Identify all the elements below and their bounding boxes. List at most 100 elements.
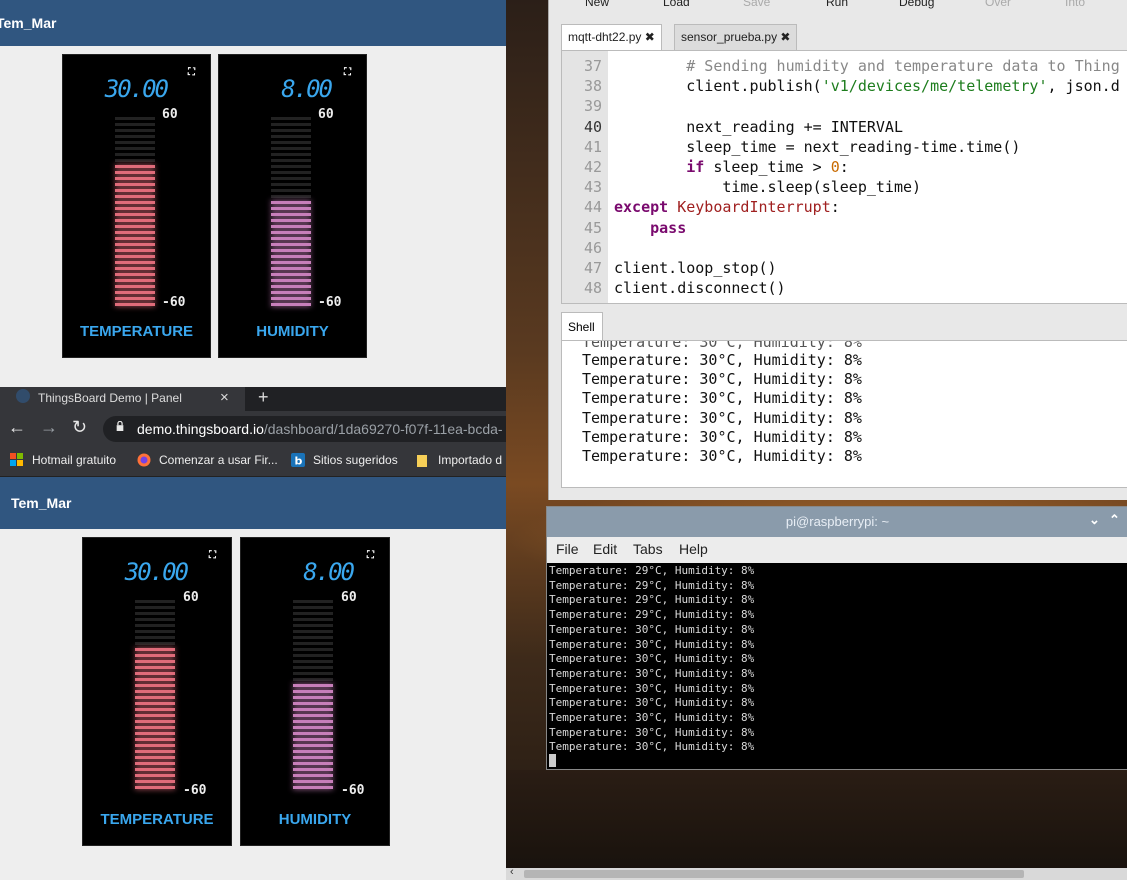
- terminal-output[interactable]: Temperature: 29°C, Humidity: 8% Temperatu…: [547, 563, 1127, 769]
- code-text: if sleep_time > 0:: [686, 158, 849, 176]
- maximize-icon[interactable]: ⌃: [1109, 512, 1120, 528]
- bookmark-firefox[interactable]: Comenzar a usar Fir...: [137, 453, 278, 467]
- folder-icon: [417, 455, 427, 467]
- tab-mqtt-dht22[interactable]: mqtt-dht22.py ✖: [561, 24, 662, 50]
- menu-file[interactable]: File: [556, 541, 579, 557]
- desktop-ground: [506, 770, 1127, 880]
- code-text: time.sleep(sleep_time): [614, 178, 922, 197]
- line-number: 37: [583, 57, 602, 75]
- new-button[interactable]: New: [585, 0, 609, 9]
- run-button[interactable]: Run: [826, 0, 848, 9]
- line-number: 40: [583, 117, 602, 136]
- line-number: 44: [583, 198, 602, 217]
- gauge-bar: [115, 117, 155, 309]
- terminal-line: Temperature: 30°C, Humidity: 8%: [549, 696, 755, 710]
- line-number: 39: [583, 97, 602, 116]
- terminal-line: Temperature: 30°C, Humidity: 8%: [549, 652, 755, 666]
- shell-line: Temperature: 30°C, Humidity: 8%: [582, 408, 862, 427]
- dashboard-panel-top: Tem_Mar ⛶ 30.00 60 -60 TEMPERATURE ⛶ 8.00 60 -60…: [0, 0, 506, 387]
- fullscreen-icon[interactable]: ⛶: [188, 67, 195, 78]
- tab-strip: ThingsBoard Demo | Panel × +: [0, 387, 506, 411]
- gauge-label: TEMPERATURE: [79, 323, 194, 340]
- shell-line: Temperature: 30°C, Humidity: 8%: [582, 447, 862, 465]
- gauge-temperature: ⛶ 30.00 60 -60 TEMPERATURE: [82, 537, 232, 846]
- debug-button[interactable]: Debug: [899, 0, 934, 9]
- terminal-line: Temperature: 29°C, Humidity: 8%: [549, 564, 755, 577]
- gauge-min-label: -60: [183, 783, 207, 798]
- bing-icon: b: [291, 453, 305, 467]
- dashboard-header: Tem_Mar: [0, 0, 506, 46]
- gauge-max-label: 60: [183, 590, 199, 605]
- minimize-icon[interactable]: ⌄: [1089, 512, 1100, 528]
- line-number: 38: [583, 77, 602, 96]
- bookmark-importado[interactable]: Importado d: [416, 453, 502, 467]
- windows-icon: [10, 453, 23, 466]
- tab-title: ThingsBoard Demo | Panel: [38, 391, 182, 405]
- shell-line: Temperature: 30°C, Humidity: 8%: [582, 370, 862, 389]
- terminal-cursor: [549, 754, 556, 767]
- fullscreen-icon[interactable]: ⛶: [209, 550, 216, 561]
- browser-tab[interactable]: ThingsBoard Demo | Panel ×: [0, 387, 245, 411]
- line-number: 45: [583, 218, 602, 237]
- ide-toolbar: New Load Save Run Debug Over Into: [549, 0, 1127, 22]
- bookmark-hotmail[interactable]: Hotmail gratuito: [10, 453, 116, 467]
- line-number: 48: [583, 279, 602, 298]
- scrollbar-thumb[interactable]: [524, 870, 1024, 878]
- forward-icon[interactable]: →: [40, 417, 58, 438]
- gauge-max-label: 60: [318, 107, 334, 122]
- gauge-value: 30.00: [104, 75, 169, 103]
- step-over-button[interactable]: Over: [985, 0, 1011, 9]
- shell-line: Temperature: 30°C, Humidity: 8%: [582, 389, 862, 408]
- close-tab-icon[interactable]: ×: [220, 389, 229, 406]
- gauge-min-label: -60: [341, 783, 365, 798]
- address-bar[interactable]: demo.thingsboard.io/dashboard/1da69270-f…: [103, 416, 506, 442]
- shell-line: Temperature: 30°C, Humidity: 8%: [582, 427, 862, 446]
- gauge-label: HUMIDITY: [278, 811, 352, 828]
- terminal-line: Temperature: 29°C, Humidity: 8%: [549, 578, 755, 592]
- shell-tab[interactable]: Shell: [561, 312, 603, 340]
- reload-icon[interactable]: ↻: [72, 417, 87, 438]
- dashboard-title: Tem_Mar: [11, 495, 72, 511]
- fullscreen-icon[interactable]: ⛶: [367, 550, 374, 561]
- line-number: 46: [583, 238, 602, 257]
- gauge-bar: [271, 117, 311, 309]
- terminal-line: Temperature: 30°C, Humidity: 8%: [549, 622, 755, 636]
- gauge-bar: [293, 600, 333, 797]
- shell-output[interactable]: Temperature: 30°C, Humidity: 8% Temperat…: [561, 340, 1127, 488]
- line-number: 43: [583, 178, 602, 197]
- step-into-button[interactable]: Into: [1065, 0, 1085, 9]
- terminal-line: Temperature: 30°C, Humidity: 8%: [549, 711, 755, 724]
- line-number: 47: [583, 259, 602, 277]
- bookmark-sitios[interactable]: b Sitios sugeridos: [291, 453, 398, 467]
- code-text: client.publish('v1/devices/me/telemetry'…: [614, 77, 1120, 96]
- gauge-max-label: 60: [162, 107, 178, 122]
- terminal-line: Temperature: 29°C, Humidity: 8%: [549, 608, 755, 622]
- gauge-max-label: 60: [341, 590, 357, 605]
- url-text: demo.thingsboard.io/dashboard/1da69270-f…: [137, 421, 503, 437]
- terminal-titlebar: pi@raspberrypi: ~ ⌄ ⌃: [547, 507, 1127, 537]
- gauge-min-label: -60: [162, 295, 186, 310]
- lock-icon: [116, 421, 124, 431]
- load-button[interactable]: Load: [663, 0, 690, 9]
- terminal-line: Temperature: 30°C, Humidity: 8%: [549, 681, 755, 695]
- terminal-title: pi@raspberrypi: ~: [785, 514, 890, 529]
- line-number: 42: [583, 158, 602, 176]
- tab-sensor-prueba[interactable]: sensor_prueba.py ✖: [674, 24, 798, 50]
- gauge-temperature: ⛶ 30.00 60 -60 TEMPERATURE: [62, 54, 211, 358]
- new-tab-icon[interactable]: +: [258, 387, 269, 408]
- fullscreen-icon[interactable]: ⛶: [344, 67, 351, 78]
- save-button[interactable]: Save: [743, 0, 770, 9]
- back-icon[interactable]: ←: [8, 417, 26, 438]
- firefox-icon: [137, 453, 151, 467]
- code-text: next_reading += INTERVAL: [614, 117, 903, 136]
- code-editor[interactable]: 37 # Sending humidity and temperature da…: [561, 50, 1127, 304]
- menu-help[interactable]: Help: [679, 541, 708, 557]
- terminal-line: Temperature: 29°C, Humidity: 8%: [549, 593, 755, 607]
- menu-tabs[interactable]: Tabs: [633, 541, 663, 557]
- terminal-line: Temperature: 30°C, Humidity: 8%: [549, 666, 755, 680]
- menu-edit[interactable]: Edit: [593, 541, 617, 557]
- gauge-bar: [135, 600, 175, 797]
- gauge-min-label: -60: [318, 295, 342, 310]
- scroll-left-icon[interactable]: ‹: [510, 866, 514, 878]
- horizontal-scrollbar[interactable]: ‹: [506, 866, 1127, 880]
